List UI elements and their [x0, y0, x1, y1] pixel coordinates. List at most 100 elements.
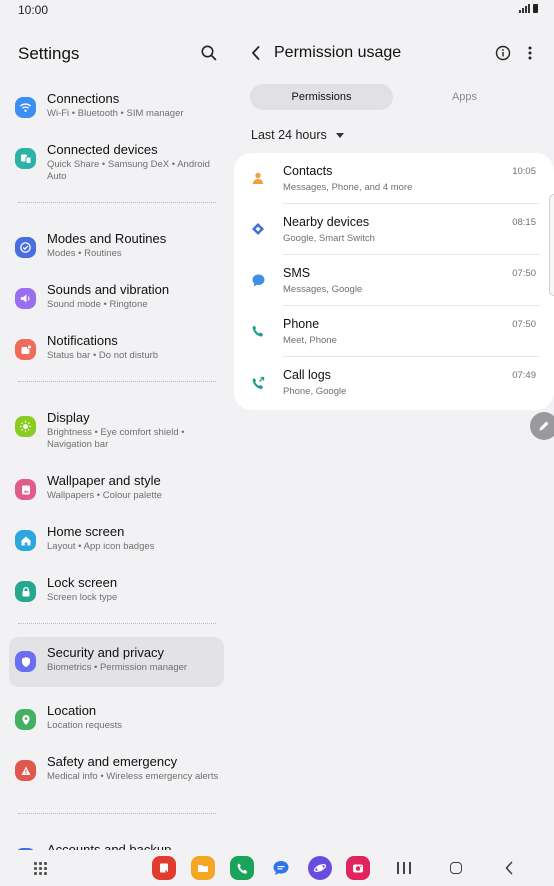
settings-item-connected-devices[interactable]: Connected devices Quick Share • Samsung … — [9, 134, 224, 184]
permission-row-contacts[interactable]: Contacts Messages, Phone, and 4 more 10:… — [234, 153, 554, 204]
permission-time: 07:50 — [512, 319, 536, 330]
battery-icon — [533, 4, 538, 13]
page-title: Permission usage — [274, 44, 402, 61]
system-icons — [519, 4, 538, 13]
apps-grid-icon[interactable] — [34, 862, 47, 875]
permission-row-phone[interactable]: Phone Meet, Phone 07:50 — [234, 306, 554, 357]
home-icon — [15, 530, 36, 551]
messages-app-icon[interactable] — [269, 856, 293, 880]
settings-item-modes-routines[interactable]: Modes and Routines Modes • Routines — [9, 223, 224, 273]
back-nav-icon[interactable] — [504, 861, 514, 875]
edit-pencil-icon[interactable] — [530, 412, 554, 440]
settings-item-subtitle: Biometrics • Permission manager — [47, 662, 188, 673]
settings-item-sounds[interactable]: Sounds and vibration Sound mode • Ringto… — [9, 274, 224, 324]
caret-down-icon — [335, 132, 344, 138]
settings-item-home-screen[interactable]: Home screen Layout • App icon badges — [9, 516, 224, 566]
wifi-icon — [15, 97, 36, 118]
settings-item-subtitle: Modes • Routines — [47, 248, 122, 259]
tab-permissions[interactable]: Permissions — [250, 84, 393, 110]
location-icon — [15, 709, 36, 730]
settings-item-subtitle: Wi-Fi • Bluetooth • SIM manager — [47, 108, 184, 119]
settings-item-subtitle: Wallpapers • Colour palette — [47, 490, 162, 501]
permission-apps: Google, Smart Switch — [283, 233, 375, 244]
status-bar: 10:00 — [0, 0, 554, 20]
wallpaper-icon — [15, 479, 36, 500]
settings-item-notifications[interactable]: Notifications Status bar • Do not distur… — [9, 325, 224, 375]
permission-row-call-logs[interactable]: Call logs Phone, Google 07:49 — [234, 357, 554, 408]
permission-apps: Messages, Phone, and 4 more — [283, 182, 413, 193]
settings-item-title: Accounts and backup — [47, 842, 172, 850]
settings-item-subtitle: Sound mode • Ringtone — [47, 299, 148, 310]
settings-item-subtitle: Status bar • Do not disturb — [47, 350, 159, 361]
signal-icon — [519, 4, 530, 13]
divider — [18, 813, 216, 814]
edge-panel-handle[interactable] — [549, 194, 554, 296]
permission-time: 08:15 — [512, 217, 536, 228]
settings-item-display[interactable]: Display Brightness • Eye comfort shield … — [9, 402, 224, 452]
check-circle-icon — [15, 237, 36, 258]
files-app-icon[interactable] — [191, 856, 215, 880]
permission-time: 07:49 — [512, 370, 536, 381]
permission-time: 10:05 — [512, 166, 536, 177]
settings-item-security-privacy[interactable]: Security and privacy Biometrics • Permis… — [9, 637, 224, 687]
settings-item-connections[interactable]: Connections Wi-Fi • Bluetooth • SIM mana… — [9, 83, 224, 133]
settings-item-location[interactable]: Location Location requests — [9, 695, 224, 745]
settings-item-safety-emergency[interactable]: Safety and emergency Medical info • Wire… — [9, 746, 224, 796]
call-log-icon — [250, 374, 266, 390]
settings-item-title: Display — [47, 410, 90, 425]
tab-apps[interactable]: Apps — [393, 84, 536, 110]
connected-devices-icon — [15, 148, 36, 169]
divider — [18, 381, 216, 382]
notes-app-icon[interactable] — [152, 856, 176, 880]
sms-icon — [250, 272, 266, 288]
settings-item-title: Wallpaper and style — [47, 473, 161, 488]
search-icon[interactable] — [199, 43, 219, 63]
permission-title: Nearby devices — [283, 215, 370, 229]
back-arrow-icon[interactable] — [248, 44, 264, 62]
divider — [18, 623, 216, 624]
sun-icon — [15, 416, 36, 437]
settings-item-title: Connections — [47, 91, 120, 106]
settings-header: Settings — [0, 20, 232, 86]
lock-icon — [15, 581, 36, 602]
settings-item-subtitle: Screen lock type — [47, 592, 118, 603]
phone-icon — [250, 323, 266, 339]
settings-item-title: Lock screen — [47, 575, 118, 590]
permission-time: 07:50 — [512, 268, 536, 279]
emergency-icon — [15, 760, 36, 781]
internet-app-icon[interactable] — [308, 856, 332, 880]
phone-app-icon[interactable] — [230, 856, 254, 880]
settings-item-lock-screen[interactable]: Lock screen Screen lock type — [9, 567, 224, 617]
permission-usage-pane: Permission usage Permissions Apps Last 2… — [232, 20, 554, 850]
permission-apps: Phone, Google — [283, 386, 347, 397]
settings-item-subtitle: Layout • App icon badges — [47, 541, 155, 552]
settings-item-wallpaper[interactable]: Wallpaper and style Wallpapers • Colour … — [9, 465, 224, 515]
permission-apps: Messages, Google — [283, 284, 363, 295]
permission-row-nearby-devices[interactable]: Nearby devices Google, Smart Switch 08:1… — [234, 204, 554, 255]
settings-item-subtitle: Medical info • Wireless emergency alerts — [47, 771, 219, 782]
settings-item-title: Modes and Routines — [47, 231, 167, 246]
settings-item-subtitle: Location requests — [47, 720, 122, 731]
settings-item-title: Home screen — [47, 524, 125, 539]
time-range-label: Last 24 hours — [251, 128, 327, 142]
settings-item-title: Security and privacy — [47, 645, 165, 660]
settings-item-title: Location — [47, 703, 97, 718]
time-range-dropdown[interactable]: Last 24 hours — [251, 128, 344, 142]
settings-item-title: Connected devices — [47, 142, 158, 157]
settings-pane: Settings Connections Wi-Fi • Bluetooth •… — [0, 20, 232, 850]
more-options-icon[interactable] — [526, 44, 534, 62]
settings-item-accounts-backup[interactable]: Accounts and backup — [9, 834, 224, 850]
recents-nav-icon[interactable] — [397, 862, 411, 874]
permission-row-sms[interactable]: SMS Messages, Google 07:50 — [234, 255, 554, 306]
contacts-icon — [250, 170, 266, 186]
tab-bar: Permissions Apps — [250, 84, 540, 110]
settings-item-title: Sounds and vibration — [47, 282, 170, 297]
permission-title: SMS — [283, 266, 311, 280]
permission-apps: Meet, Phone — [283, 335, 337, 346]
home-nav-icon[interactable] — [450, 862, 462, 874]
camera-app-icon[interactable] — [346, 856, 370, 880]
settings-item-title: Safety and emergency — [47, 754, 178, 769]
info-icon[interactable] — [495, 45, 511, 61]
settings-item-subtitle: Quick Share • Samsung DeX • Android Auto — [47, 159, 210, 182]
settings-item-subtitle: Brightness • Eye comfort shield • Naviga… — [47, 427, 185, 450]
